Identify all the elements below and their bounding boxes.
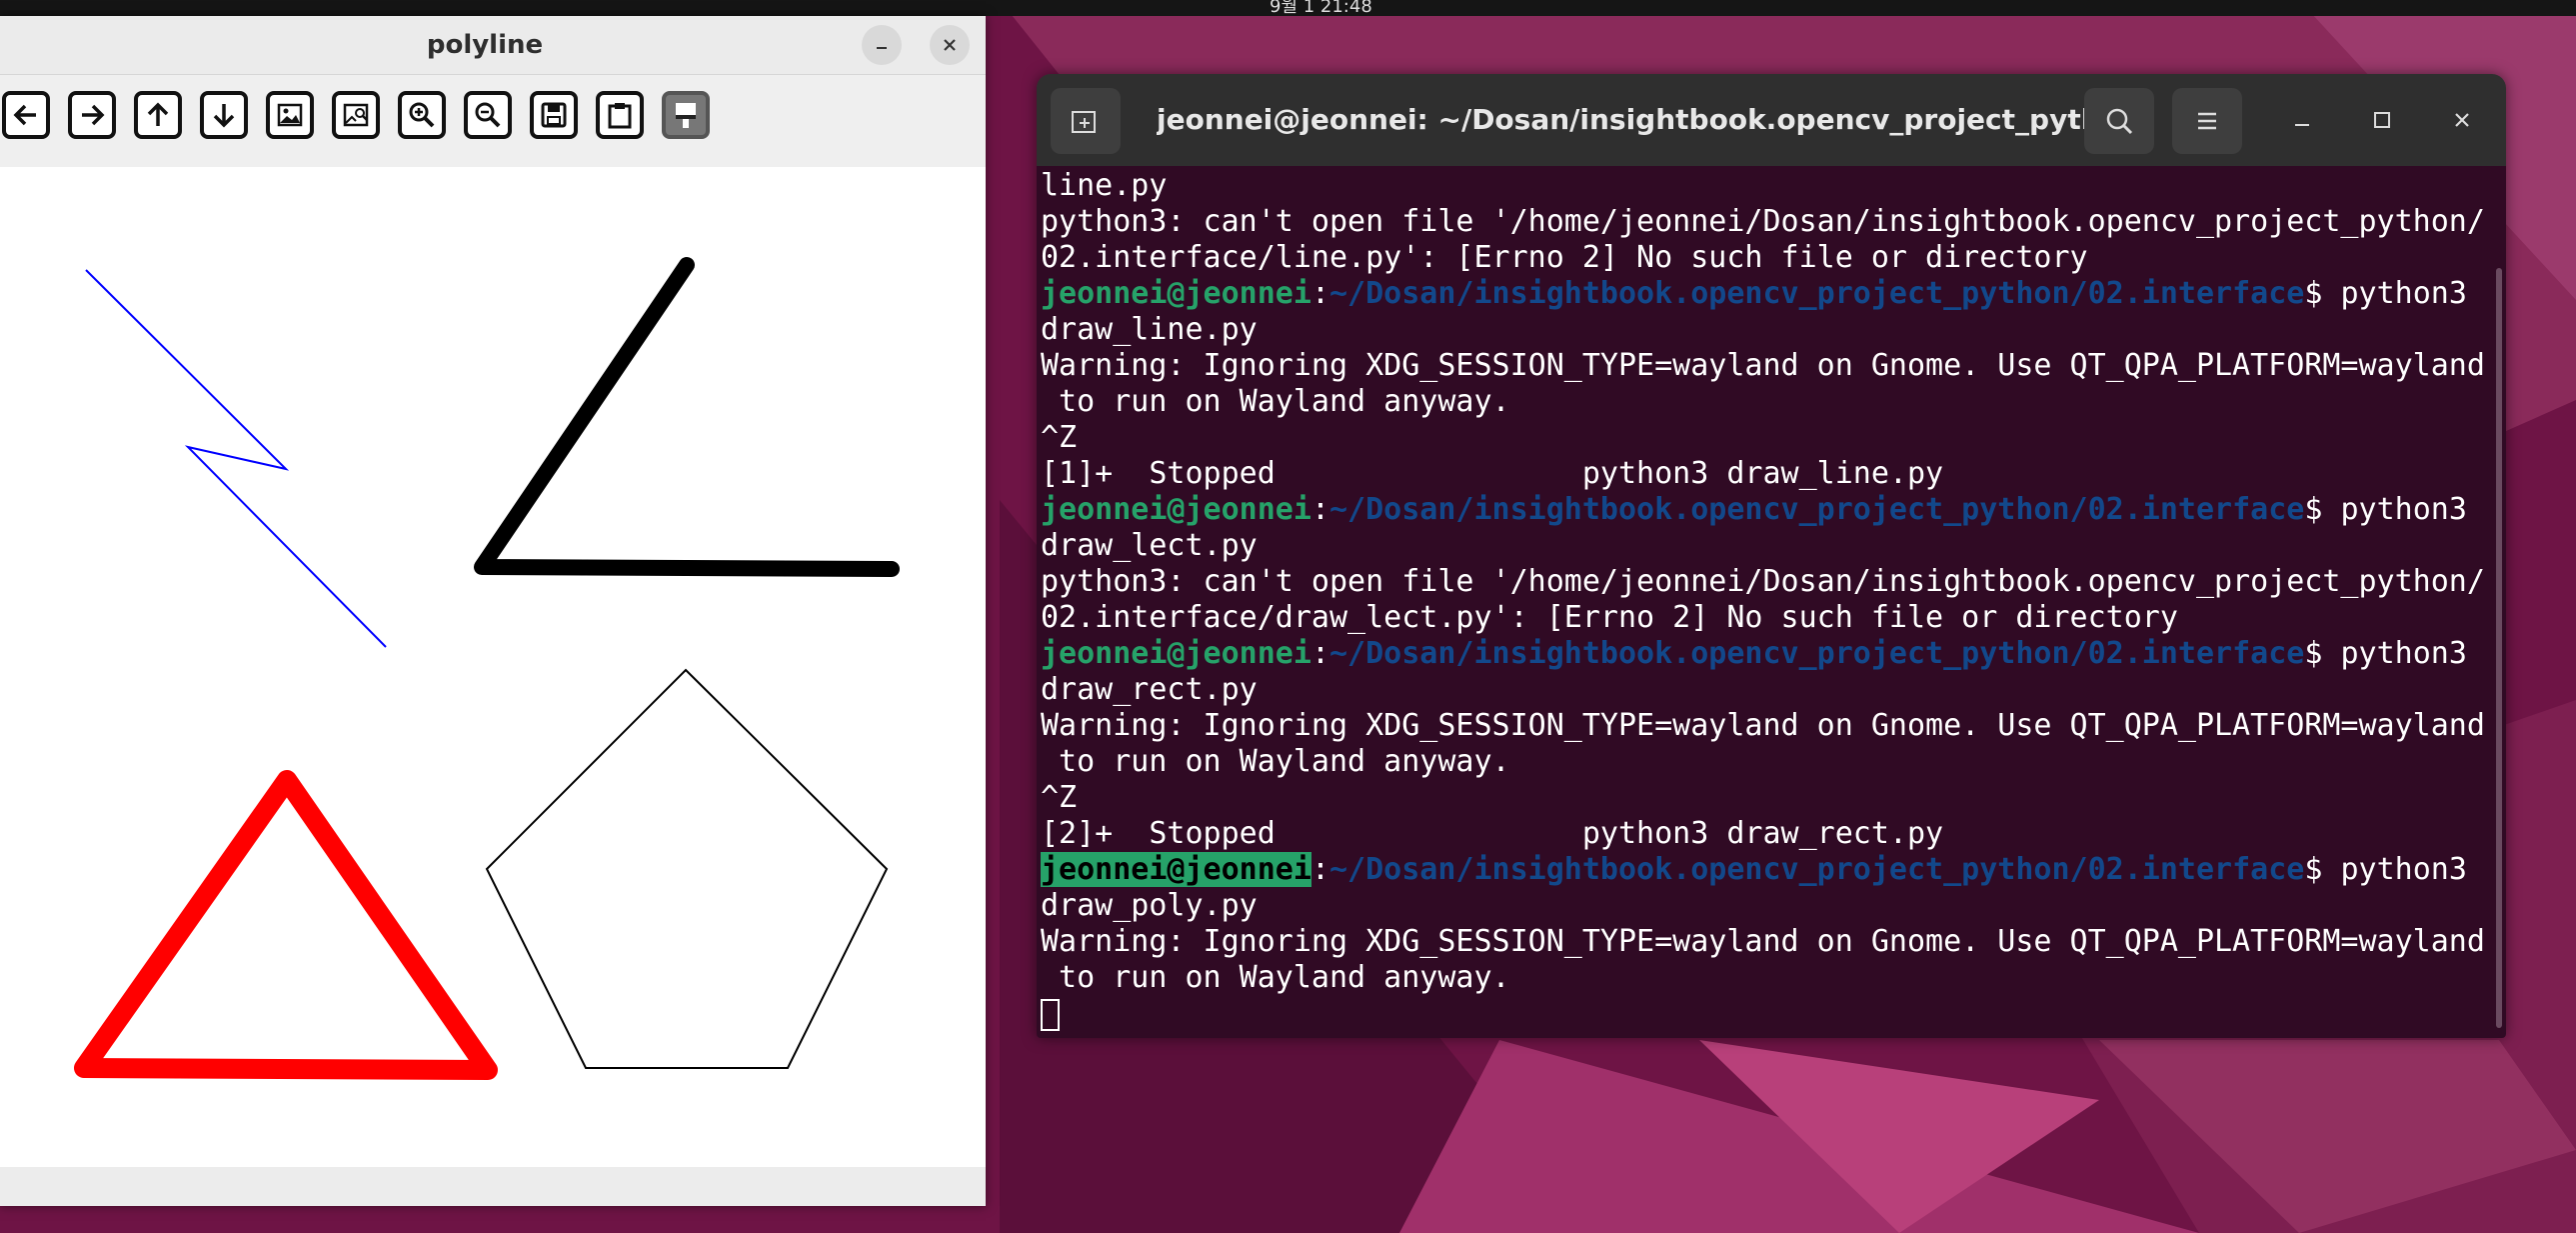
prompt-command: $ python3 — [2304, 852, 2467, 887]
arrow-up-icon — [147, 102, 169, 126]
arrow-left-icon — [13, 104, 36, 126]
new-tab-icon — [1072, 111, 1096, 133]
new-tab-button[interactable] — [1051, 88, 1121, 154]
clipboard-icon — [608, 103, 632, 129]
minimize-icon — [2295, 124, 2309, 126]
zoom-out-icon — [475, 102, 501, 128]
terminal-line: ^Z — [1041, 780, 1078, 815]
terminal-line: 02.interface/line.py': [Errno 2] No such… — [1041, 240, 2088, 275]
image-icon — [277, 103, 303, 127]
terminal-line: 02.interface/draw_lect.py': [Errno 2] No… — [1041, 600, 2178, 635]
terminal-maximize-button[interactable] — [2360, 98, 2404, 142]
hamburger-menu-icon — [2198, 112, 2216, 130]
terminal-line: Warning: Ignoring XDG_SESSION_TYPE=wayla… — [1041, 708, 2485, 743]
prompt-path: ~/Dosan/insightbook.opencv_project_pytho… — [1329, 276, 2305, 311]
clock[interactable]: 9월 1 21:48 — [1270, 0, 1372, 18]
window-title: polyline — [426, 30, 544, 60]
maximize-icon — [2374, 112, 2390, 128]
terminal-line: draw_rect.py — [1041, 672, 1258, 707]
cv-toolbar — [0, 75, 986, 167]
terminal-minimize-button[interactable] — [2280, 98, 2324, 142]
drawing — [74, 257, 900, 1080]
toolbar-up-button[interactable] — [134, 91, 182, 139]
menu-button[interactable] — [2172, 88, 2242, 154]
thin-blue-polyline — [85, 269, 387, 648]
toolbar-save-button[interactable] — [530, 91, 578, 139]
terminal-line: to run on Wayland anyway. — [1041, 960, 1510, 995]
top-bar: 9월 1 21:48 — [0, 0, 2576, 18]
toolbar-image-zoom-button[interactable] — [332, 91, 380, 139]
terminal-header[interactable]: jeonnei@jeonnei: ~/Dosan/insightbook.ope… — [1037, 74, 2506, 166]
prompt-user: jeonnei@jeonnei — [1041, 852, 1311, 887]
prompt-separator: : — [1310, 276, 1329, 311]
terminal-line: to run on Wayland anyway. — [1041, 384, 1510, 419]
thick-black-polyline — [474, 257, 900, 577]
terminal-line: python3: can't open file '/home/jeonnei/… — [1041, 564, 2485, 599]
close-button[interactable] — [930, 25, 970, 65]
minimize-icon — [877, 47, 887, 49]
polyline-titlebar[interactable]: polyline — [0, 16, 986, 75]
toolbar-clipboard-button[interactable] — [596, 91, 644, 139]
toolbar-back-button[interactable] — [2, 91, 50, 139]
search-button[interactable] — [2084, 88, 2154, 154]
terminal-input-line — [1041, 996, 1060, 1032]
prompt-path: ~/Dosan/insightbook.opencv_project_pytho… — [1329, 852, 2305, 887]
toolbar-image-button[interactable] — [266, 91, 314, 139]
terminal-line: draw_lect.py — [1041, 528, 1258, 563]
prompt-separator: : — [1310, 492, 1329, 527]
prompt-command: $ python3 — [2304, 492, 2467, 527]
toolbar-zoom-in-button[interactable] — [398, 91, 446, 139]
prompt-command: $ python3 — [2304, 636, 2467, 671]
terminal-line: Warning: Ignoring XDG_SESSION_TYPE=wayla… — [1041, 348, 2485, 383]
toolbar-forward-button[interactable] — [68, 91, 116, 139]
terminal-line: Warning: Ignoring XDG_SESSION_TYPE=wayla… — [1041, 924, 2485, 959]
save-icon — [541, 102, 567, 128]
status-bar — [0, 1167, 986, 1206]
terminal-line: python3: can't open file '/home/jeonnei/… — [1041, 204, 2485, 239]
terminal-window: jeonnei@jeonnei: ~/Dosan/insightbook.ope… — [1037, 74, 2506, 1038]
prompt-separator: : — [1310, 852, 1329, 887]
prompt-path: ~/Dosan/insightbook.opencv_project_pytho… — [1329, 492, 2305, 527]
prompt-command: $ python3 — [2304, 276, 2467, 311]
zoom-in-icon — [409, 102, 435, 128]
terminal-close-button[interactable] — [2440, 98, 2484, 142]
close-icon — [2455, 113, 2469, 127]
prompt-user: jeonnei@jeonnei — [1041, 492, 1311, 527]
black-pentagon — [485, 668, 889, 1069]
toolbar-down-button[interactable] — [200, 91, 248, 139]
arrow-down-icon — [213, 104, 235, 128]
prompt-user: jeonnei@jeonnei — [1041, 636, 1311, 671]
terminal-prompt-line: jeonnei@jeonnei:~/Dosan/insightbook.open… — [1041, 276, 2467, 312]
minimize-button[interactable] — [862, 25, 902, 65]
image-canvas[interactable] — [0, 167, 986, 1167]
red-triangle — [74, 770, 498, 1080]
terminal-line: [1]+ Stopped python3 draw_line.py — [1041, 456, 1944, 491]
prompt-path: ~/Dosan/insightbook.opencv_project_pytho… — [1329, 636, 2305, 671]
paint-brush-icon — [676, 103, 696, 128]
text-cursor — [1041, 998, 1060, 1031]
terminal-scrollbar[interactable] — [2496, 268, 2502, 1028]
prompt-separator: : — [1310, 636, 1329, 671]
arrow-right-icon — [82, 104, 105, 126]
toolbar-zoom-out-button[interactable] — [464, 91, 512, 139]
terminal-prompt-line: jeonnei@jeonnei:~/Dosan/insightbook.open… — [1041, 636, 2467, 672]
terminal-prompt-line: jeonnei@jeonnei:~/Dosan/insightbook.open… — [1041, 492, 2467, 528]
prompt-user: jeonnei@jeonnei — [1041, 276, 1311, 311]
terminal-prompt-line: jeonnei@jeonnei:~/Dosan/insightbook.open… — [1041, 852, 2467, 888]
terminal-line: ^Z — [1041, 420, 1078, 455]
toolbar-properties-button[interactable] — [662, 91, 710, 139]
image-zoom-icon — [343, 103, 369, 127]
terminal-title: jeonnei@jeonnei: ~/Dosan/insightbook.ope… — [1157, 103, 2133, 136]
search-icon — [2106, 108, 2133, 135]
terminal-line: draw_line.py — [1041, 312, 1258, 347]
terminal-line: [2]+ Stopped python3 draw_rect.py — [1041, 816, 1944, 851]
terminal-line: to run on Wayland anyway. — [1041, 744, 1510, 779]
terminal-line: draw_poly.py — [1041, 888, 1258, 923]
close-icon — [944, 39, 956, 51]
polyline-window: polyline — [0, 16, 986, 1206]
terminal-output[interactable]: line.py python3: can't open file '/home/j… — [1037, 166, 2506, 1038]
terminal-line: line.py — [1041, 168, 1168, 203]
